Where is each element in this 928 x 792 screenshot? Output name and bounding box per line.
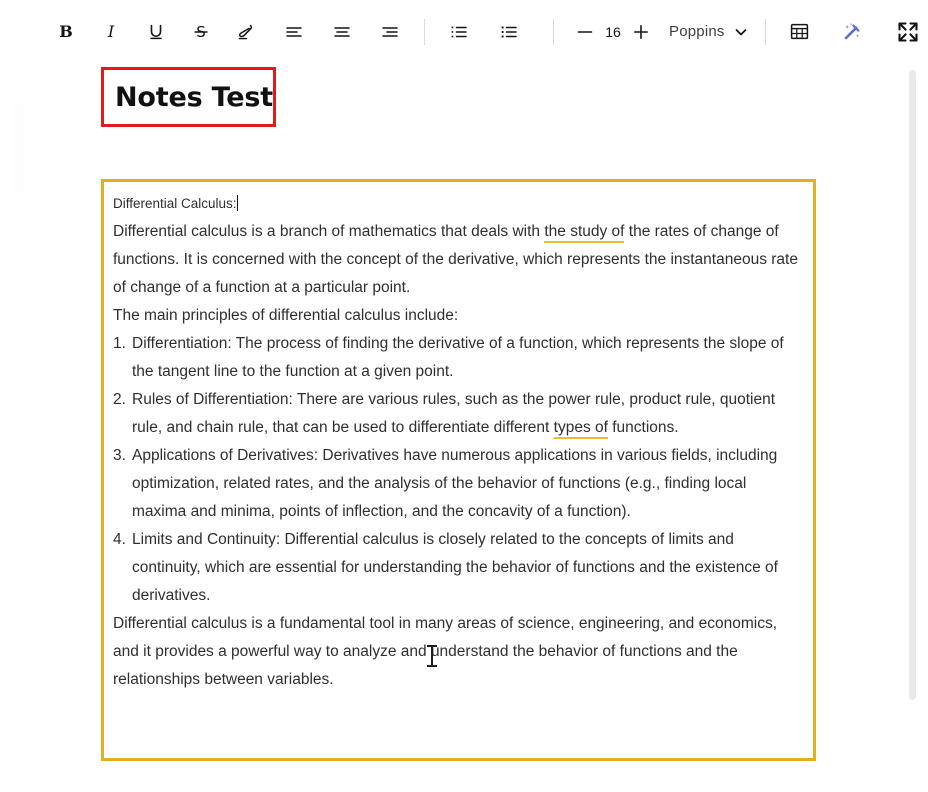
- toolbar-divider-2: [552, 18, 553, 45]
- font-size-control: 16: [571, 17, 655, 47]
- highlighted-phrase-types-of: types of: [553, 419, 608, 439]
- strikethrough-icon: S: [194, 23, 208, 41]
- text-caret: [236, 195, 238, 211]
- align-right-icon: [382, 26, 398, 37]
- font-size-decrease-button[interactable]: [571, 17, 599, 47]
- list-text-1: Differentiation: The process of finding …: [132, 335, 784, 380]
- para-seg-1: Differential calculus is a branch of mat…: [113, 223, 545, 240]
- list-item: 1. Differentiation: The process of findi…: [113, 330, 803, 386]
- ordered-list-button[interactable]: [439, 12, 479, 52]
- note-title-field[interactable]: Notes Test: [101, 67, 276, 127]
- minus-icon: [577, 30, 593, 33]
- align-left-icon: [286, 26, 302, 37]
- list-marker-3: 3.: [113, 447, 126, 464]
- vertical-scrollbar-track[interactable]: [909, 63, 922, 792]
- insert-table-button[interactable]: [780, 12, 820, 52]
- underline-icon: [150, 24, 162, 39]
- strikethrough-button[interactable]: S: [181, 12, 221, 52]
- paragraph-principles-lead: The main principles of differential calc…: [113, 302, 803, 330]
- insert-group: [780, 12, 928, 52]
- paragraph-intro: Differential calculus is a branch of mat…: [113, 218, 803, 302]
- left-margin-rail: [14, 103, 24, 193]
- list-text-3: Applications of Derivatives: Derivatives…: [132, 447, 778, 520]
- list-item: 4. Limits and Continuity: Differential c…: [113, 526, 803, 610]
- ai-magic-button[interactable]: [832, 12, 872, 52]
- align-left-button[interactable]: [274, 12, 314, 52]
- align-center-icon: [334, 26, 350, 37]
- list-marker-4: 4.: [113, 531, 126, 548]
- highlighter-icon: [238, 24, 253, 39]
- vertical-scrollbar-thumb[interactable]: [909, 70, 916, 700]
- fullscreen-icon: [898, 21, 918, 42]
- font-family-select[interactable]: Poppins: [669, 23, 749, 40]
- toolbar-divider-3: [765, 18, 766, 45]
- toolbar-divider-1: [424, 18, 425, 45]
- align-right-button[interactable]: [370, 12, 410, 52]
- svg-text:I: I: [107, 22, 115, 41]
- list-text-4: Limits and Continuity: Differential calc…: [132, 531, 778, 604]
- list-item: 3. Applications of Derivatives: Derivati…: [113, 442, 803, 526]
- font-family-value: Poppins: [669, 23, 725, 40]
- document-content: Differential Calculus: Differential calc…: [113, 190, 803, 694]
- list-group: [439, 12, 529, 52]
- chevron-down-icon: [733, 24, 749, 40]
- note-canvas: Notes Test Differential Calculus: Differ…: [0, 63, 928, 792]
- underline-button[interactable]: [136, 12, 176, 52]
- italic-button[interactable]: I: [91, 12, 131, 52]
- list2-seg-3: functions.: [607, 419, 679, 436]
- italic-icon: I: [107, 22, 115, 41]
- fullscreen-button[interactable]: [888, 12, 928, 52]
- lead-line: Differential Calculus:: [113, 196, 237, 211]
- font-size-value[interactable]: 16: [601, 24, 625, 40]
- list-marker-2: 2.: [113, 391, 126, 408]
- font-size-increase-button[interactable]: [627, 17, 655, 47]
- align-center-button[interactable]: [322, 12, 362, 52]
- magic-wand-icon: [844, 22, 860, 39]
- editor-toolbar: B I S 16 Poppins: [0, 0, 928, 63]
- page-title: Notes Test: [115, 81, 273, 113]
- bullet-list-button[interactable]: [489, 12, 529, 52]
- bold-icon: B: [59, 22, 73, 41]
- list-text-2: Rules of Differentiation: There are vari…: [132, 386, 803, 442]
- list-marker-1: 1.: [113, 335, 126, 352]
- lead-line-row: Differential Calculus:: [113, 190, 803, 218]
- bullet-list-icon: [501, 25, 517, 38]
- bold-button[interactable]: B: [46, 12, 86, 52]
- svg-text:B: B: [59, 22, 73, 41]
- list-item: 2. Rules of Differentiation: There are v…: [113, 386, 803, 442]
- table-icon: [791, 23, 809, 40]
- para-principles-text: The main principles of differential calc…: [113, 307, 459, 324]
- highlighter-button[interactable]: [226, 12, 266, 52]
- note-body-editor[interactable]: Differential Calculus: Differential calc…: [101, 179, 816, 761]
- paragraph-closing: Differential calculus is a fundamental t…: [113, 615, 778, 688]
- ordered-list-icon: [451, 26, 467, 37]
- plus-icon: [633, 24, 648, 39]
- highlighted-phrase-study-of: the study of: [544, 223, 625, 243]
- text-format-group: B I S: [46, 12, 410, 52]
